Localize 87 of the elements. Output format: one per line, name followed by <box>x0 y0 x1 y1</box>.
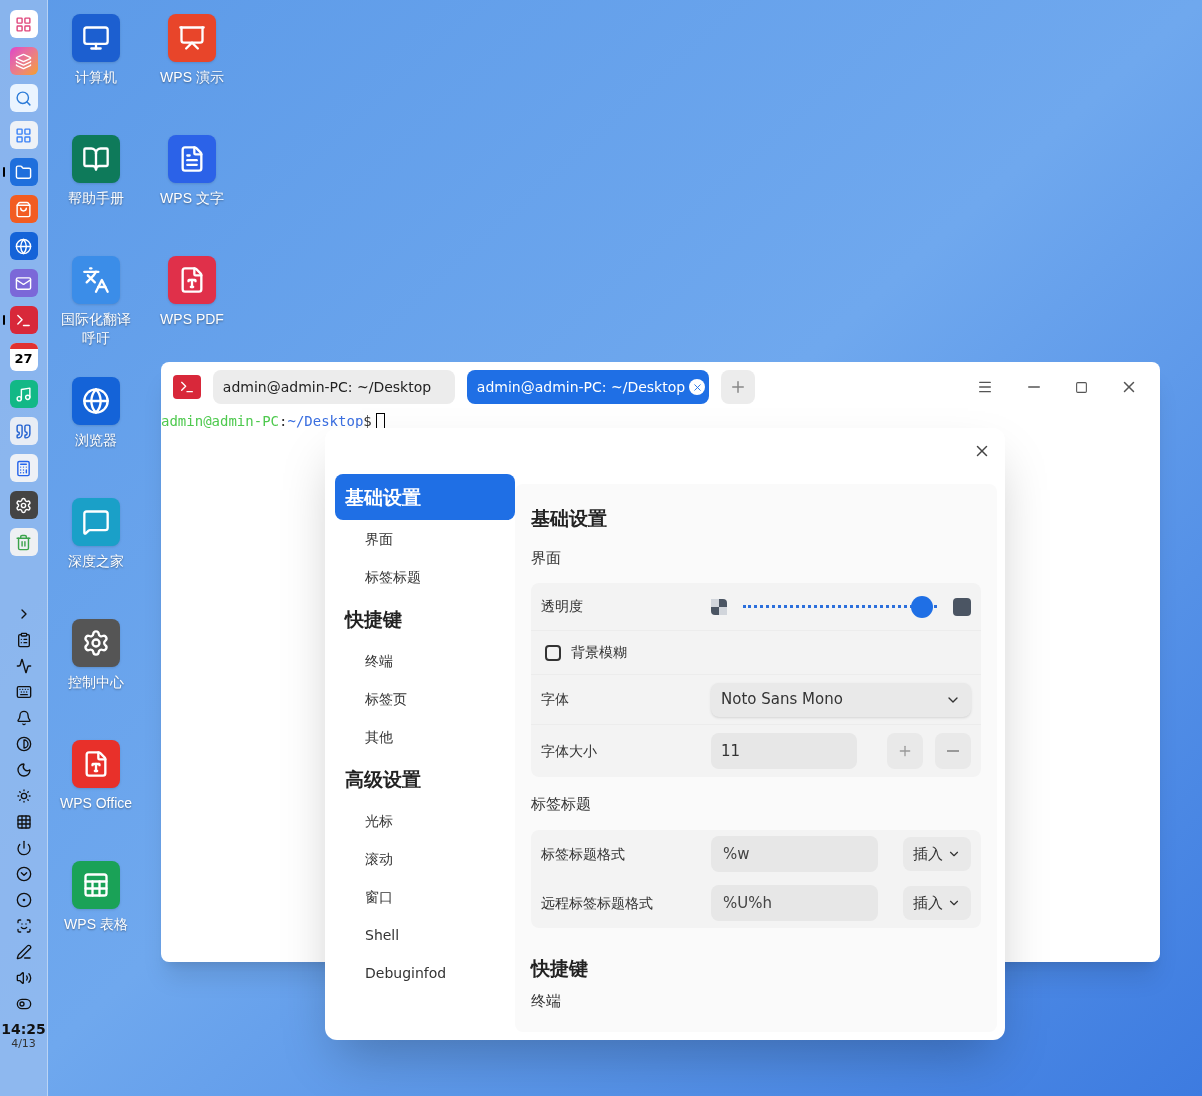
brightness-icon[interactable] <box>15 788 32 804</box>
wave-icon[interactable] <box>15 658 32 674</box>
shopping-bag-icon[interactable] <box>9 195 38 223</box>
folder-icon[interactable] <box>9 158 38 186</box>
power-icon[interactable] <box>15 840 32 856</box>
plus-icon <box>729 378 747 396</box>
circle-chevron-icon[interactable] <box>15 866 32 882</box>
trash-icon[interactable] <box>9 528 38 556</box>
terminal-tab[interactable]: admin@admin-PC: ~/Desktop <box>467 370 709 404</box>
grid-icon[interactable] <box>9 10 38 38</box>
pen-icon[interactable] <box>15 944 32 960</box>
terminal-icon[interactable] <box>9 306 38 334</box>
settings-nav-item[interactable]: Shell <box>335 916 515 954</box>
insert-dropdown[interactable]: 插入 <box>903 886 971 920</box>
settings-nav-item[interactable]: 其他 <box>335 718 515 756</box>
section-heading: 界面 <box>531 547 562 569</box>
clock-time: 14:25 <box>1 1022 46 1036</box>
book-icon[interactable] <box>72 135 120 183</box>
calculator-icon[interactable] <box>9 454 38 482</box>
settings-nav-item[interactable]: 标签页 <box>335 680 515 718</box>
settings-nav-item[interactable]: 界面 <box>335 520 515 558</box>
close-tab-icon[interactable] <box>689 379 705 395</box>
volume-icon[interactable] <box>15 970 32 986</box>
terminal-icon <box>173 375 201 399</box>
settings-nav-item[interactable]: Debuginfod <box>335 954 515 992</box>
font-dropdown[interactable]: Noto Sans Mono <box>711 682 971 717</box>
settings-nav-item[interactable]: 光标 <box>335 802 515 840</box>
browser-icon[interactable] <box>9 232 38 260</box>
maximize-icon[interactable] <box>1075 380 1088 394</box>
swirl-icon[interactable] <box>9 47 38 75</box>
search-icon[interactable] <box>9 84 38 112</box>
checkbox[interactable] <box>545 644 561 661</box>
terminal-tab[interactable]: admin@admin-PC: ~/Desktop <box>213 370 455 404</box>
mail-icon[interactable] <box>9 269 38 297</box>
settings-nav-group[interactable]: 基础设置 <box>335 474 515 520</box>
settings-nav-group[interactable]: 快捷键 <box>335 596 515 642</box>
plus-icon <box>897 743 913 759</box>
setting-label: 背景模糊 <box>571 643 627 662</box>
transparency-low-icon <box>711 598 727 615</box>
setting-label: 标签标题格式 <box>541 844 626 864</box>
section-heading: 标签标题 <box>531 794 592 815</box>
format-field[interactable]: %w <box>711 836 878 872</box>
calendar-app[interactable]: 27 <box>9 343 38 371</box>
settings-nav-item[interactable]: 滚动 <box>335 840 515 878</box>
quote-icon[interactable] <box>9 417 38 445</box>
settings-nav-item[interactable]: 标签标题 <box>335 558 515 596</box>
gear-icon[interactable] <box>9 491 38 519</box>
format-field[interactable]: %U%h <box>711 885 878 921</box>
settings-nav-item[interactable]: 终端 <box>335 642 515 680</box>
contrast-icon[interactable] <box>15 736 32 752</box>
wps-logo-icon[interactable] <box>72 740 120 788</box>
screenshot-icon[interactable] <box>15 918 32 934</box>
keypad-icon[interactable] <box>15 814 32 830</box>
setting-label: 透明度 <box>541 597 584 616</box>
tiles-icon[interactable] <box>9 121 38 149</box>
spreadsheet-icon[interactable] <box>72 861 120 909</box>
setting-label: 远程标签标题格式 <box>541 893 654 913</box>
settings-nav-item[interactable]: 窗口 <box>335 878 515 916</box>
presentation-icon[interactable] <box>168 14 216 62</box>
record-icon[interactable] <box>15 892 32 908</box>
gear-icon[interactable] <box>72 619 120 667</box>
minus-icon <box>947 750 959 752</box>
document-icon[interactable] <box>168 135 216 183</box>
setting-label: 字体 <box>541 690 570 709</box>
clipboard-icon[interactable] <box>15 632 32 648</box>
keyboard-icon[interactable] <box>15 684 32 700</box>
bell-icon[interactable] <box>15 710 32 726</box>
chat-icon[interactable] <box>72 498 120 546</box>
browser-icon[interactable] <box>72 377 120 425</box>
setting-label: 字体大小 <box>541 741 598 761</box>
new-tab-button[interactable] <box>721 370 755 404</box>
clock-date: 4/13 <box>11 1036 36 1052</box>
transparency-high-icon <box>953 597 971 616</box>
music-note-icon[interactable] <box>9 380 38 408</box>
calendar-day: 27 <box>14 349 33 369</box>
section-title: 基础设置 <box>531 506 608 531</box>
menu-icon[interactable] <box>977 379 993 395</box>
section-title: 快捷键 <box>531 955 589 981</box>
moon-icon[interactable] <box>15 762 32 778</box>
pdf-icon[interactable] <box>168 256 216 304</box>
toggle-icon[interactable] <box>15 996 32 1012</box>
font-size-field[interactable]: 11 <box>711 733 857 769</box>
section-heading: 终端 <box>531 991 562 1012</box>
settings-nav-group[interactable]: 高级设置 <box>335 756 515 802</box>
monitor-icon[interactable] <box>72 14 120 62</box>
insert-dropdown[interactable]: 插入 <box>903 837 971 871</box>
translate-icon[interactable] <box>72 256 120 304</box>
